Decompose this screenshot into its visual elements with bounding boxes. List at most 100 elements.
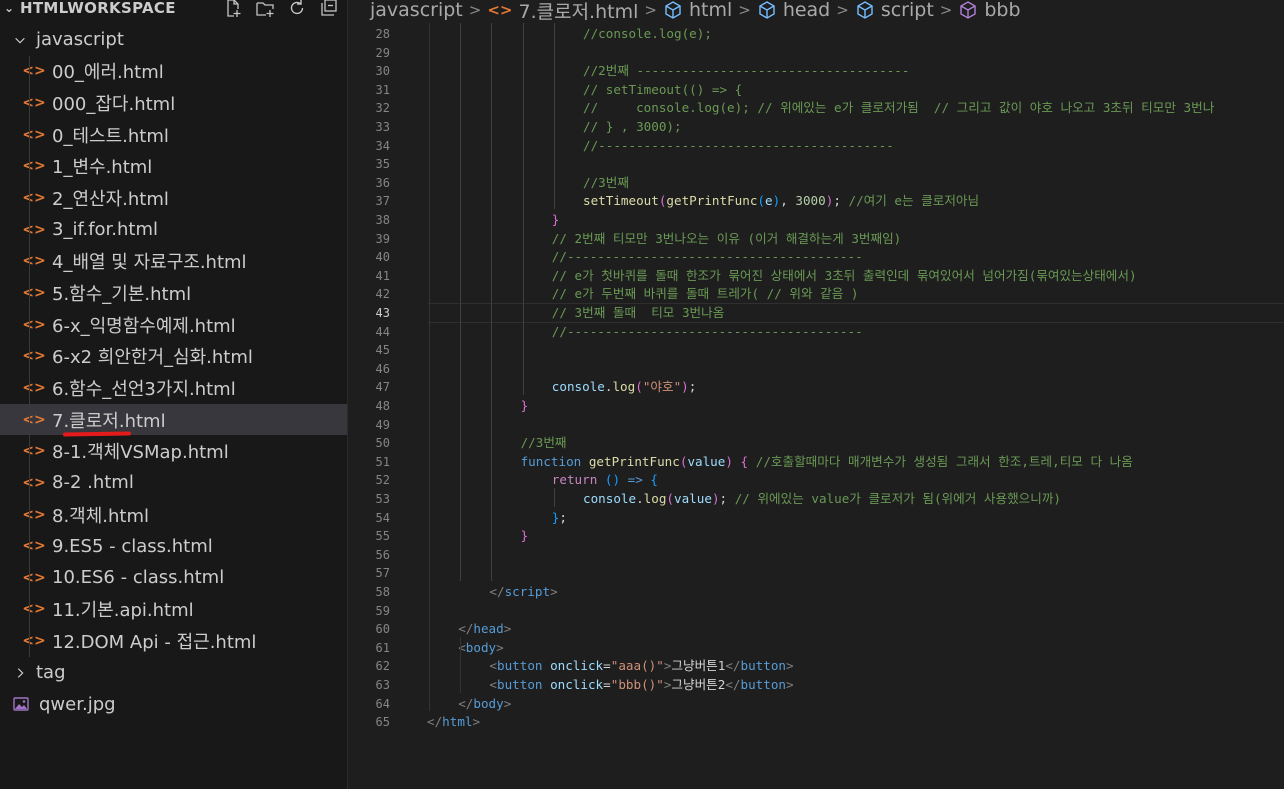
- html-file-icon: <>: [22, 538, 46, 555]
- code-token: // e가 첫바퀴를 돌때 한조가 묶어진 상태에서 3초뒤 출력인데 묶여있어…: [551, 267, 1137, 283]
- file-item[interactable]: <> 12.DOM Api - 접근.html: [0, 625, 347, 657]
- new-folder-icon[interactable]: [255, 0, 275, 18]
- breadcrumb-script[interactable]: script: [881, 0, 934, 20]
- breadcrumb-head[interactable]: head: [783, 0, 830, 20]
- chevron-right-icon: >: [836, 1, 849, 19]
- code-token: (): [604, 472, 621, 488]
- file-item[interactable]: <> 1_변수.html: [0, 151, 347, 183]
- code-editor[interactable]: 28 //console.log(e); 29 30 //2번째 -----------…: [348, 23, 1284, 789]
- file-item[interactable]: <> 8-1.객체VSMap.html: [0, 435, 347, 467]
- line-number: 62: [375, 659, 390, 674]
- code-line: // e가 두번째 바퀴를 돌때 트레가( // 위와 같음 ): [552, 285, 859, 304]
- breadcrumb-file[interactable]: 7.클로저.html: [518, 0, 638, 21]
- folder-item[interactable]: javascript: [0, 24, 347, 56]
- code-token: ;: [688, 379, 697, 395]
- line-number: 48: [375, 399, 390, 413]
- file-item[interactable]: <> 2_연산자.html: [0, 182, 347, 214]
- line-number: 59: [375, 603, 390, 618]
- file-item[interactable]: <> 6-x_익명함수예제.html: [0, 309, 347, 341]
- code-line: }: [552, 211, 560, 230]
- line-number: 30: [375, 64, 390, 79]
- file-item[interactable]: <> 4_배열 및 자료구조.html: [0, 246, 347, 278]
- line-number: 44: [375, 324, 390, 339]
- code-token: ): [681, 379, 689, 395]
- indent-guide: [460, 23, 462, 581]
- file-label: 12.DOM Api - 접근.html: [52, 632, 257, 654]
- code-token: (: [666, 491, 675, 506]
- code-token: log: [643, 491, 667, 506]
- file-item[interactable]: qwer.jpg: [0, 689, 347, 721]
- file-item[interactable]: <> 6.함수_선언3가지.html: [0, 372, 347, 404]
- line-number: 45: [375, 343, 390, 358]
- file-item[interactable]: <> 000_잡다.html: [0, 87, 347, 119]
- folder-item[interactable]: tag: [0, 657, 347, 689]
- file-item[interactable]: <> 11.기본.api.html: [0, 594, 347, 626]
- line-number: 39: [375, 231, 390, 246]
- html-file-icon: <>: [22, 284, 46, 301]
- breadcrumb-bbb[interactable]: bbb: [984, 0, 1020, 20]
- breadcrumb-folder[interactable]: javascript: [370, 0, 463, 20]
- file-item[interactable]: <> 00_에러.html: [0, 56, 347, 88]
- file-label: 00_에러.html: [52, 62, 164, 84]
- code-token: getPrintFunc: [666, 193, 758, 209]
- element-cube-icon: [757, 0, 777, 20]
- code-token: // console.log(e); // 위에있는 e가 클로저가됨 // 그…: [583, 100, 1215, 116]
- code-token: }: [520, 398, 529, 413]
- workspace-title[interactable]: ⌄ HTMLWORKSPACE: [4, 0, 176, 17]
- code-line: //2번째 ----------------------------------…: [583, 62, 909, 81]
- file-item[interactable]: <> 9.ES5 - class.html: [0, 530, 347, 562]
- explorer-sidebar: ⌄ HTMLWORKSPACE javascript <> 00_에러.html <>…: [0, 0, 348, 789]
- code-token: onclick: [550, 677, 604, 692]
- code-token: //--------------------------------------…: [551, 249, 863, 265]
- code-token: script: [504, 584, 551, 599]
- breadcrumb: javascript > <> 7.클로저.html > html > head…: [348, 0, 1284, 20]
- file-item[interactable]: <> 6-x2 희안한거_심화.html: [0, 341, 347, 373]
- file-item[interactable]: <> 7.클로저.html: [0, 403, 347, 436]
- file-item[interactable]: <> 8-2 .html: [0, 467, 347, 499]
- code-token: value: [674, 491, 712, 506]
- indent-guide: [429, 23, 430, 712]
- breadcrumb-html[interactable]: html: [689, 0, 732, 20]
- file-item[interactable]: <> 10.ES6 - class.html: [0, 562, 347, 594]
- collapse-all-icon[interactable]: [319, 0, 339, 18]
- line-number: 42: [375, 287, 390, 302]
- new-file-icon[interactable]: [223, 0, 243, 18]
- html-file-icon: <>: [22, 569, 46, 586]
- file-item[interactable]: <> 5.함수_기본.html: [0, 277, 347, 309]
- line-number: 35: [375, 157, 390, 172]
- code-token: console: [583, 491, 637, 506]
- code-token: </: [458, 621, 474, 637]
- line-number: 58: [375, 585, 390, 599]
- code-token: html: [442, 714, 473, 730]
- code-token: "bbb()": [610, 677, 664, 692]
- code-line: console.log(value); // 위에있는 value가 클로저가 …: [583, 490, 1061, 509]
- code-line: console.log("야호");: [552, 378, 697, 397]
- code-token: 그냥버튼1: [671, 658, 726, 674]
- line-number: 36: [375, 175, 390, 190]
- code-token: e: [765, 193, 773, 209]
- code-line: </html>: [427, 713, 480, 732]
- file-item[interactable]: <> 3_if.for.html: [0, 214, 347, 246]
- refresh-icon[interactable]: [287, 0, 307, 18]
- html-file-icon: <>: [22, 190, 46, 207]
- html-file-icon: <>: [22, 126, 46, 143]
- line-number: 63: [375, 678, 390, 692]
- code-token: }: [520, 528, 529, 544]
- file-item[interactable]: <> 0_테스트.html: [0, 119, 347, 151]
- image-file-icon: [12, 697, 30, 712]
- indent-guide: [553, 488, 555, 507]
- code-token: <: [489, 658, 497, 674]
- html-file-icon: <>: [22, 633, 46, 650]
- file-item[interactable]: <> 8.객체.html: [0, 499, 347, 531]
- line-number: 64: [375, 696, 390, 711]
- line-number: 60: [375, 622, 390, 637]
- code-token: .: [636, 491, 644, 506]
- code-token: 3000: [795, 193, 826, 209]
- code-token: head: [473, 621, 504, 637]
- line-number: 47: [375, 380, 390, 395]
- code-token: //3번째: [520, 435, 567, 451]
- code-line: return () => {: [552, 471, 658, 490]
- file-label: 8-1.객체VSMap.html: [52, 442, 229, 464]
- code-token: }: [551, 212, 560, 227]
